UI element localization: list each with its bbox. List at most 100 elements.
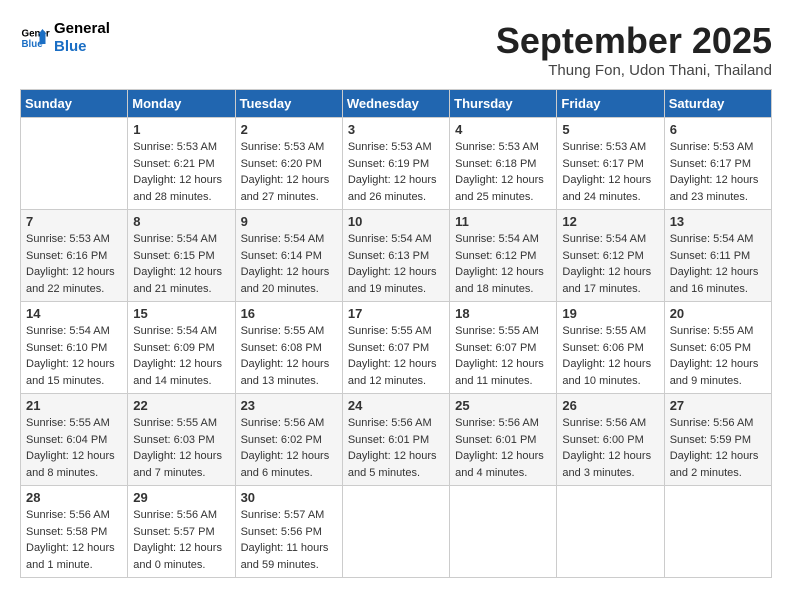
calendar-cell: 17 Sunrise: 5:55 AM Sunset: 6:07 PM Dayli… xyxy=(342,302,449,394)
day-number: 3 xyxy=(348,122,444,137)
calendar-cell: 24 Sunrise: 5:56 AM Sunset: 6:01 PM Dayli… xyxy=(342,394,449,486)
day-info: Sunrise: 5:54 AM Sunset: 6:09 PM Dayligh… xyxy=(133,323,229,389)
day-info: Sunrise: 5:56 AM Sunset: 5:58 PM Dayligh… xyxy=(26,507,122,573)
weekday-header: Monday xyxy=(128,90,235,118)
day-number: 16 xyxy=(241,306,337,321)
calendar-cell: 7Sunrise: 5:53 AM Sunset: 6:16 PM Daylig… xyxy=(21,210,128,302)
day-number: 23 xyxy=(241,398,337,413)
day-info: Sunrise: 5:55 AM Sunset: 6:07 PM Dayligh… xyxy=(348,323,444,389)
day-number: 19 xyxy=(562,306,658,321)
weekday-header: Friday xyxy=(557,90,664,118)
day-number: 17 xyxy=(348,306,444,321)
day-info: Sunrise: 5:55 AM Sunset: 6:07 PM Dayligh… xyxy=(455,323,551,389)
weekday-header: Wednesday xyxy=(342,90,449,118)
day-number: 6 xyxy=(670,122,766,137)
calendar-cell xyxy=(342,486,449,578)
day-number: 2 xyxy=(241,122,337,137)
logo-icon: General Blue xyxy=(20,23,50,53)
day-info: Sunrise: 5:53 AM Sunset: 6:18 PM Dayligh… xyxy=(455,139,551,205)
logo-blue: Blue xyxy=(54,38,110,56)
calendar-cell xyxy=(664,486,771,578)
day-number: 10 xyxy=(348,214,444,229)
calendar-week-row: 28 Sunrise: 5:56 AM Sunset: 5:58 PM Dayli… xyxy=(21,486,772,578)
calendar-week-row: 14Sunrise: 5:54 AM Sunset: 6:10 PM Dayli… xyxy=(21,302,772,394)
month-title: September 2025 xyxy=(496,20,772,62)
calendar-cell: 23 Sunrise: 5:56 AM Sunset: 6:02 PM Dayli… xyxy=(235,394,342,486)
day-info: Sunrise: 5:54 AM Sunset: 6:12 PM Dayligh… xyxy=(562,231,658,297)
calendar-cell: 27Sunrise: 5:56 AM Sunset: 5:59 PM Dayli… xyxy=(664,394,771,486)
day-number: 15 xyxy=(133,306,229,321)
calendar-cell: 8 Sunrise: 5:54 AM Sunset: 6:15 PM Daylig… xyxy=(128,210,235,302)
day-info: Sunrise: 5:55 AM Sunset: 6:05 PM Dayligh… xyxy=(670,323,766,389)
calendar-cell: 6 Sunrise: 5:53 AM Sunset: 6:17 PM Daylig… xyxy=(664,118,771,210)
day-info: Sunrise: 5:54 AM Sunset: 6:11 PM Dayligh… xyxy=(670,231,766,297)
day-info: Sunrise: 5:56 AM Sunset: 6:00 PM Dayligh… xyxy=(562,415,658,481)
day-info: Sunrise: 5:55 AM Sunset: 6:03 PM Dayligh… xyxy=(133,415,229,481)
calendar-cell: 18 Sunrise: 5:55 AM Sunset: 6:07 PM Dayli… xyxy=(450,302,557,394)
weekday-header-row: SundayMondayTuesdayWednesdayThursdayFrid… xyxy=(21,90,772,118)
title-area: September 2025 Thung Fon, Udon Thani, Th… xyxy=(496,20,772,79)
weekday-header: Thursday xyxy=(450,90,557,118)
calendar-cell: 14Sunrise: 5:54 AM Sunset: 6:10 PM Dayli… xyxy=(21,302,128,394)
day-info: Sunrise: 5:53 AM Sunset: 6:17 PM Dayligh… xyxy=(670,139,766,205)
calendar-cell: 19Sunrise: 5:55 AM Sunset: 6:06 PM Dayli… xyxy=(557,302,664,394)
calendar-cell: 11 Sunrise: 5:54 AM Sunset: 6:12 PM Dayli… xyxy=(450,210,557,302)
calendar-week-row: 21 Sunrise: 5:55 AM Sunset: 6:04 PM Dayli… xyxy=(21,394,772,486)
calendar-cell: 25 Sunrise: 5:56 AM Sunset: 6:01 PM Dayli… xyxy=(450,394,557,486)
logo-general: General xyxy=(54,20,110,38)
calendar-cell xyxy=(21,118,128,210)
day-number: 1 xyxy=(133,122,229,137)
svg-text:General: General xyxy=(22,29,51,40)
calendar-cell: 20 Sunrise: 5:55 AM Sunset: 6:05 PM Dayli… xyxy=(664,302,771,394)
day-number: 28 xyxy=(26,490,122,505)
day-info: Sunrise: 5:54 AM Sunset: 6:14 PM Dayligh… xyxy=(241,231,337,297)
calendar-cell xyxy=(450,486,557,578)
calendar-cell xyxy=(557,486,664,578)
day-number: 9 xyxy=(241,214,337,229)
day-number: 24 xyxy=(348,398,444,413)
calendar-cell: 26Sunrise: 5:56 AM Sunset: 6:00 PM Dayli… xyxy=(557,394,664,486)
calendar-cell: 3 Sunrise: 5:53 AM Sunset: 6:19 PM Daylig… xyxy=(342,118,449,210)
day-number: 20 xyxy=(670,306,766,321)
day-number: 27 xyxy=(670,398,766,413)
day-info: Sunrise: 5:55 AM Sunset: 6:04 PM Dayligh… xyxy=(26,415,122,481)
location: Thung Fon, Udon Thani, Thailand xyxy=(496,62,772,79)
calendar-cell: 9 Sunrise: 5:54 AM Sunset: 6:14 PM Daylig… xyxy=(235,210,342,302)
day-number: 22 xyxy=(133,398,229,413)
weekday-header: Saturday xyxy=(664,90,771,118)
day-info: Sunrise: 5:54 AM Sunset: 6:13 PM Dayligh… xyxy=(348,231,444,297)
calendar-cell: 5 Sunrise: 5:53 AM Sunset: 6:17 PM Daylig… xyxy=(557,118,664,210)
calendar-cell: 15 Sunrise: 5:54 AM Sunset: 6:09 PM Dayli… xyxy=(128,302,235,394)
day-info: Sunrise: 5:53 AM Sunset: 6:17 PM Dayligh… xyxy=(562,139,658,205)
day-info: Sunrise: 5:54 AM Sunset: 6:12 PM Dayligh… xyxy=(455,231,551,297)
day-number: 21 xyxy=(26,398,122,413)
day-info: Sunrise: 5:53 AM Sunset: 6:19 PM Dayligh… xyxy=(348,139,444,205)
day-number: 12 xyxy=(562,214,658,229)
day-number: 8 xyxy=(133,214,229,229)
day-number: 30 xyxy=(241,490,337,505)
calendar-cell: 13 Sunrise: 5:54 AM Sunset: 6:11 PM Dayli… xyxy=(664,210,771,302)
day-number: 5 xyxy=(562,122,658,137)
day-number: 25 xyxy=(455,398,551,413)
day-info: Sunrise: 5:54 AM Sunset: 6:15 PM Dayligh… xyxy=(133,231,229,297)
day-info: Sunrise: 5:53 AM Sunset: 6:21 PM Dayligh… xyxy=(133,139,229,205)
calendar-week-row: 1 Sunrise: 5:53 AM Sunset: 6:21 PM Daylig… xyxy=(21,118,772,210)
day-info: Sunrise: 5:56 AM Sunset: 6:01 PM Dayligh… xyxy=(455,415,551,481)
day-number: 18 xyxy=(455,306,551,321)
calendar-week-row: 7Sunrise: 5:53 AM Sunset: 6:16 PM Daylig… xyxy=(21,210,772,302)
day-info: Sunrise: 5:56 AM Sunset: 6:01 PM Dayligh… xyxy=(348,415,444,481)
day-info: Sunrise: 5:56 AM Sunset: 6:02 PM Dayligh… xyxy=(241,415,337,481)
calendar-cell: 30 Sunrise: 5:57 AM Sunset: 5:56 PM Dayli… xyxy=(235,486,342,578)
calendar-table: SundayMondayTuesdayWednesdayThursdayFrid… xyxy=(20,89,772,578)
calendar-cell: 2 Sunrise: 5:53 AM Sunset: 6:20 PM Daylig… xyxy=(235,118,342,210)
day-number: 13 xyxy=(670,214,766,229)
calendar-cell: 4Sunrise: 5:53 AM Sunset: 6:18 PM Daylig… xyxy=(450,118,557,210)
header: General Blue General Blue September 2025… xyxy=(20,20,772,79)
calendar-cell: 12 Sunrise: 5:54 AM Sunset: 6:12 PM Dayli… xyxy=(557,210,664,302)
day-info: Sunrise: 5:53 AM Sunset: 6:20 PM Dayligh… xyxy=(241,139,337,205)
calendar-cell: 21 Sunrise: 5:55 AM Sunset: 6:04 PM Dayli… xyxy=(21,394,128,486)
day-number: 7 xyxy=(26,214,122,229)
day-number: 11 xyxy=(455,214,551,229)
weekday-header: Sunday xyxy=(21,90,128,118)
day-info: Sunrise: 5:57 AM Sunset: 5:56 PM Dayligh… xyxy=(241,507,337,573)
